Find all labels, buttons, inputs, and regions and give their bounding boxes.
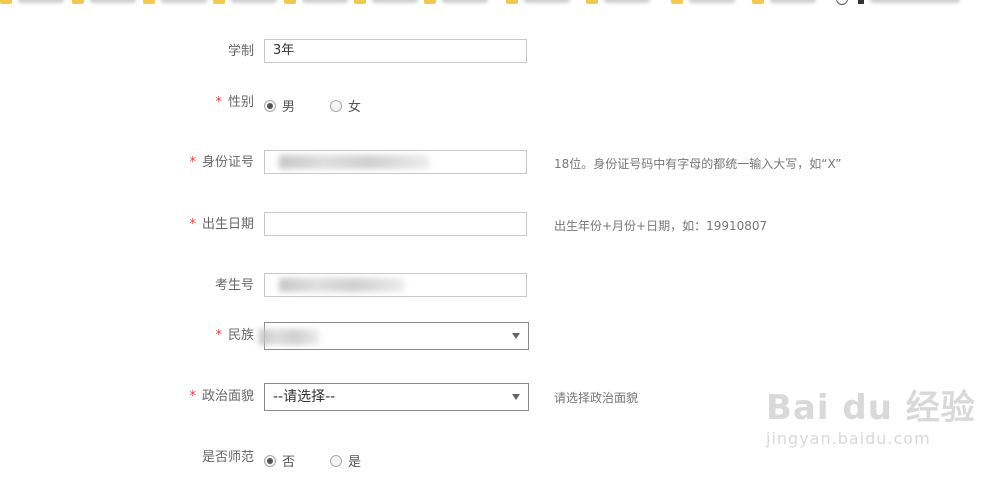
folder-icon xyxy=(752,0,764,4)
birth-date-input[interactable] xyxy=(264,212,527,236)
watermark-logo-text: Bai du 经验 xyxy=(766,388,976,428)
school-length-label: 学制 xyxy=(227,44,254,59)
normal-school-no-label[interactable]: 否 xyxy=(282,451,295,470)
folder-icon xyxy=(586,0,598,4)
normal-school-no-radio[interactable] xyxy=(264,454,276,467)
birth-date-hint: 出生年份+月份+日期，如：19910807 xyxy=(554,219,768,233)
folder-icon xyxy=(143,0,155,4)
pin-icon xyxy=(858,0,864,4)
birth-date-label: * 出生日期 xyxy=(189,217,254,232)
folder-icon xyxy=(354,0,366,4)
folder-icon xyxy=(0,0,12,4)
folder-icon xyxy=(506,0,518,4)
exam-number-input[interactable] xyxy=(264,273,527,297)
id-number-hint: 18位。身份证号码中有字母的都统一输入大写，如“X” xyxy=(554,157,842,171)
normal-school-radio-group: 否 是 xyxy=(264,451,383,470)
bookmark-item[interactable] xyxy=(586,0,650,7)
folder-icon xyxy=(671,0,683,4)
exam-number-label: 考生号 xyxy=(214,278,254,293)
bookmark-item[interactable] xyxy=(836,0,960,7)
political-status-hint: 请选择政治面貌 xyxy=(554,391,639,405)
gender-male-radio[interactable] xyxy=(264,99,276,112)
id-number-label: * 身份证号 xyxy=(189,155,254,170)
bookmark-item[interactable] xyxy=(752,0,816,7)
gender-male-label[interactable]: 男 xyxy=(282,96,295,115)
bookmark-item[interactable] xyxy=(143,0,207,7)
required-mark: * xyxy=(215,95,222,110)
watermark-url: jingyan.baidu.com xyxy=(766,429,931,448)
redacted-value xyxy=(279,278,404,292)
bookmark-item[interactable] xyxy=(284,0,348,7)
school-length-input[interactable]: 3年 xyxy=(264,39,527,63)
baidu-jingyan-watermark: Bai du 经验 jingyan.baidu.com xyxy=(766,380,986,470)
chevron-down-icon xyxy=(512,333,520,339)
bookmark-item[interactable] xyxy=(506,0,570,7)
bookmark-item[interactable] xyxy=(213,0,277,7)
folder-icon xyxy=(424,0,436,4)
redacted-value xyxy=(259,329,319,345)
bookmark-item[interactable] xyxy=(424,0,488,7)
gender-female-label[interactable]: 女 xyxy=(348,96,361,115)
bookmarks-bar xyxy=(0,0,1000,9)
bookmark-item[interactable] xyxy=(72,0,136,7)
school-length-value: 3年 xyxy=(273,43,295,58)
gender-female-radio[interactable] xyxy=(330,99,343,112)
bookmark-item[interactable] xyxy=(354,0,418,7)
ethnicity-label: * 民族 xyxy=(215,328,254,343)
ethnicity-select[interactable] xyxy=(259,322,529,350)
normal-school-label: 是否师范 xyxy=(201,450,254,465)
chevron-down-icon xyxy=(512,394,520,400)
gender-radio-group: 男 女 xyxy=(264,96,383,115)
id-number-input[interactable] xyxy=(264,150,527,174)
redacted-value xyxy=(279,155,429,169)
folder-icon xyxy=(72,0,84,4)
normal-school-yes-label[interactable]: 是 xyxy=(348,451,361,470)
political-status-value: --请选择-- xyxy=(273,389,336,405)
political-status-label: * 政治面貌 xyxy=(189,389,254,404)
folder-icon xyxy=(284,0,296,4)
political-status-select[interactable]: --请选择-- xyxy=(264,383,529,411)
normal-school-yes-radio[interactable] xyxy=(330,454,343,467)
bookmark-item[interactable] xyxy=(671,0,735,7)
gender-label: * 性别 xyxy=(215,95,254,110)
folder-icon xyxy=(213,0,225,4)
bookmark-item[interactable] xyxy=(0,0,64,7)
globe-icon xyxy=(836,0,848,5)
